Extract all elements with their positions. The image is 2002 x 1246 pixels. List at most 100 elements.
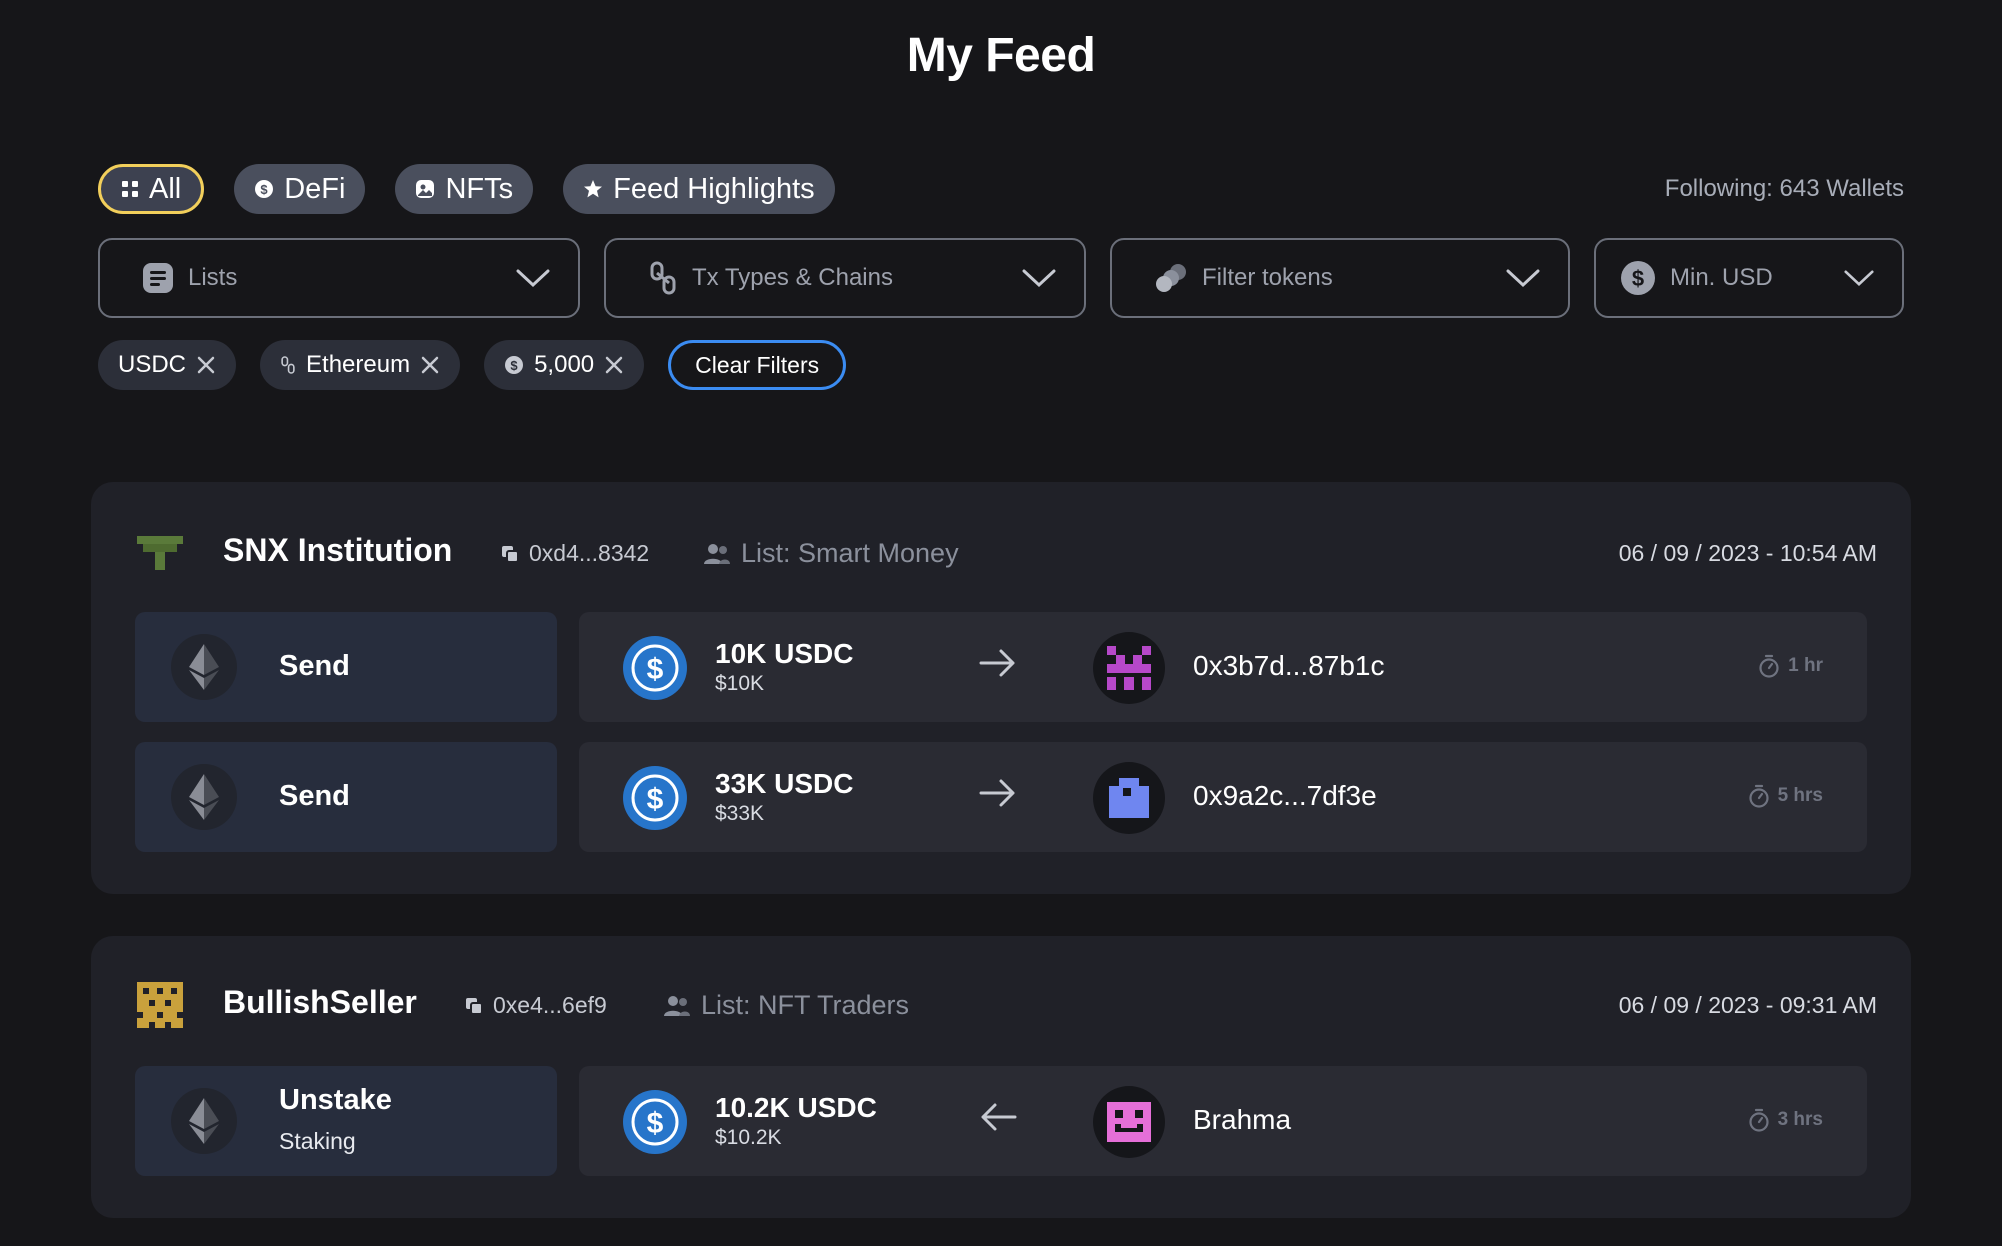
counterparty-avatar bbox=[1093, 762, 1165, 834]
chevron-down-icon bbox=[1506, 269, 1540, 288]
filter-tokens-dropdown[interactable]: Filter tokens bbox=[1110, 238, 1570, 318]
filter-chip-token: USDC bbox=[98, 340, 237, 390]
usd-value: $10.2K bbox=[715, 1126, 782, 1149]
tab-nfts[interactable]: NFTs bbox=[395, 164, 534, 214]
min-usd-label: Min. USD bbox=[1670, 264, 1773, 291]
wallet-avatar bbox=[137, 536, 183, 570]
active-filters: USDC Ethereum $ 5,000 Clear Filters bbox=[98, 340, 847, 390]
min-usd-dropdown[interactable]: $ Min. USD bbox=[1594, 238, 1904, 318]
svg-text:$: $ bbox=[647, 783, 664, 816]
transaction-row[interactable]: Send $ 10K USDC $10K 0x3b7d...87b1c 1 hr bbox=[135, 612, 1867, 722]
tab-feed-highlights[interactable]: Feed Highlights bbox=[563, 164, 835, 214]
remove-icon[interactable] bbox=[196, 355, 216, 375]
token-amount: 33K USDC bbox=[715, 768, 854, 799]
arrow-right-icon bbox=[979, 779, 1015, 807]
tab-all[interactable]: All bbox=[98, 164, 205, 214]
tab-all-label: All bbox=[149, 172, 182, 205]
card-header: BullishSeller 0xe4...6ef9 List: NFT Trad… bbox=[91, 936, 1911, 1056]
wallet-list[interactable]: List: Smart Money bbox=[703, 538, 959, 569]
wallet-list-label: List: Smart Money bbox=[741, 538, 959, 568]
clear-filters-button[interactable]: Clear Filters bbox=[668, 340, 847, 390]
timer-icon bbox=[1759, 654, 1779, 678]
lists-dropdown[interactable]: Lists bbox=[98, 238, 580, 318]
wallet-avatar bbox=[137, 982, 183, 1028]
tab-defi-label: DeFi bbox=[284, 172, 346, 205]
tx-age-label: 5 hrs bbox=[1777, 785, 1823, 806]
filter-tokens-label: Filter tokens bbox=[1202, 264, 1333, 291]
wallet-name[interactable]: SNX Institution bbox=[223, 532, 452, 569]
counterparty-avatar bbox=[1093, 1086, 1165, 1158]
action-box: Send bbox=[135, 612, 557, 722]
svg-text:$: $ bbox=[1632, 266, 1644, 291]
filter-chip-amount: $ 5,000 bbox=[484, 340, 645, 390]
tx-age: 1 hr bbox=[1758, 654, 1823, 678]
transaction-row[interactable]: Unstake Staking $ 10.2K USDC $10.2K Brah… bbox=[135, 1066, 1867, 1176]
dollar-circle-icon: $ bbox=[1621, 261, 1655, 295]
remove-icon[interactable] bbox=[420, 355, 440, 375]
category-tabs: All $ DeFi NFTs Feed Highlights bbox=[98, 164, 835, 214]
transfer-box: $ 33K USDC $33K 0x9a2c...7df3e 5 hrs bbox=[579, 742, 1867, 852]
wallet-list-label: List: NFT Traders bbox=[701, 990, 910, 1020]
wallet-name[interactable]: BullishSeller bbox=[223, 984, 417, 1021]
grid-icon bbox=[122, 181, 138, 197]
ethereum-icon bbox=[171, 634, 237, 700]
dollar-circle-icon: $ bbox=[505, 356, 524, 374]
action-box: Unstake Staking bbox=[135, 1066, 557, 1176]
following-count: Following: 643 Wallets bbox=[1664, 175, 1904, 202]
star-icon bbox=[584, 180, 603, 198]
filter-bar: Lists Tx Types & Chains Filter tokens $ … bbox=[98, 238, 1904, 320]
tx-types-dropdown-label: Tx Types & Chains bbox=[692, 264, 893, 291]
arrow-left-icon bbox=[981, 1103, 1017, 1131]
feed-card: BullishSeller 0xe4...6ef9 List: NFT Trad… bbox=[91, 936, 1911, 1218]
wallet-list[interactable]: List: NFT Traders bbox=[663, 990, 909, 1021]
usdc-icon: $ bbox=[623, 766, 687, 830]
usd-value: $10K bbox=[715, 672, 765, 695]
tx-age: 5 hrs bbox=[1748, 784, 1823, 808]
remove-icon[interactable] bbox=[604, 355, 624, 375]
chain-link-icon bbox=[281, 356, 295, 374]
copy-icon[interactable] bbox=[501, 545, 519, 563]
tx-age: 3 hrs bbox=[1748, 1108, 1823, 1132]
token-amount: 10.2K USDC bbox=[715, 1092, 877, 1123]
wallet-address[interactable]: 0xd4...8342 bbox=[501, 540, 649, 567]
action-box: Send bbox=[135, 742, 557, 852]
filter-chip-amount-label: 5,000 bbox=[534, 351, 595, 378]
counterparty-avatar bbox=[1093, 632, 1165, 704]
svg-text:$: $ bbox=[647, 1107, 664, 1140]
action-label: Unstake bbox=[279, 1084, 392, 1116]
chevron-down-icon bbox=[516, 269, 550, 288]
token-amount: 10K USDC bbox=[715, 638, 854, 669]
wallet-address[interactable]: 0xe4...6ef9 bbox=[465, 992, 607, 1019]
dollar-coin-icon: $ bbox=[255, 180, 274, 198]
counterparty-name[interactable]: Brahma bbox=[1193, 1104, 1291, 1136]
usdc-icon: $ bbox=[623, 1090, 687, 1154]
transfer-box: $ 10K USDC $10K 0x3b7d...87b1c 1 hr bbox=[579, 612, 1867, 722]
feed-card: SNX Institution 0xd4...8342 List: Smart … bbox=[91, 482, 1911, 894]
timer-icon bbox=[1748, 1108, 1769, 1132]
filter-chip-chain-label: Ethereum bbox=[306, 351, 411, 378]
tab-nfts-label: NFTs bbox=[445, 172, 514, 205]
svg-text:$: $ bbox=[510, 358, 518, 373]
usd-value: $33K bbox=[715, 802, 765, 825]
lists-dropdown-label: Lists bbox=[188, 264, 238, 291]
page-title: My Feed bbox=[906, 29, 1096, 82]
tx-types-chains-dropdown[interactable]: Tx Types & Chains bbox=[604, 238, 1086, 318]
counterparty-name[interactable]: 0x9a2c...7df3e bbox=[1193, 780, 1377, 812]
users-icon bbox=[664, 995, 690, 1016]
action-label: Send bbox=[279, 780, 350, 812]
list-icon bbox=[143, 263, 173, 293]
transaction-row[interactable]: Send $ 33K USDC $33K 0x9a2c...7df3e 5 hr… bbox=[135, 742, 1867, 852]
timer-icon bbox=[1748, 784, 1769, 808]
action-label: Send bbox=[279, 650, 350, 682]
action-sublabel: Staking bbox=[279, 1128, 356, 1154]
tx-age-label: 3 hrs bbox=[1777, 1109, 1823, 1130]
chevron-down-icon bbox=[1844, 270, 1874, 286]
tab-defi[interactable]: $ DeFi bbox=[234, 164, 366, 214]
counterparty-name[interactable]: 0x3b7d...87b1c bbox=[1193, 650, 1385, 682]
card-header: SNX Institution 0xd4...8342 List: Smart … bbox=[91, 482, 1911, 602]
filter-chip-token-label: USDC bbox=[118, 351, 187, 378]
copy-icon[interactable] bbox=[465, 997, 483, 1015]
wallet-address-text: 0xe4...6ef9 bbox=[493, 992, 607, 1018]
tab-feed-highlights-label: Feed Highlights bbox=[613, 172, 815, 205]
image-icon bbox=[416, 180, 435, 198]
